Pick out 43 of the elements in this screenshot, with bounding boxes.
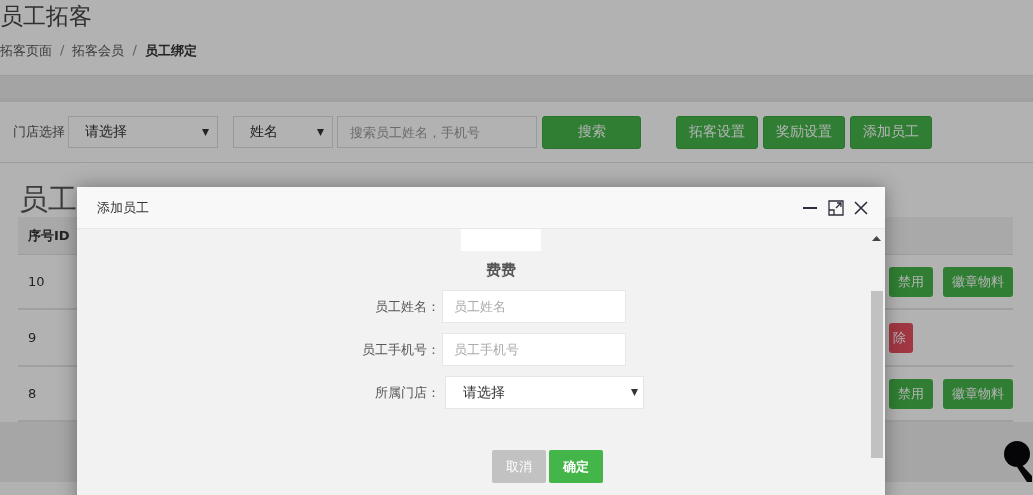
scroll-up-icon[interactable] <box>872 236 881 241</box>
breadcrumb-item: 员工绑定 <box>144 42 197 60</box>
input-field[interactable]: 员工手机号 <box>442 333 626 366</box>
table-cell-text: 8 <box>27 386 37 401</box>
scrollbar[interactable] <box>871 234 883 458</box>
caret-icon <box>317 128 324 136</box>
row-action-button[interactable]: 禁用 <box>889 378 933 409</box>
action-button[interactable]: 拓客设置 <box>676 115 758 149</box>
row-action-button[interactable]: 徽章物料 <box>943 378 1013 409</box>
caret-icon <box>202 128 209 136</box>
search-button[interactable]: 搜索 <box>542 115 641 149</box>
breadcrumb-separator: / <box>60 42 65 59</box>
table-cell-text: 10 <box>27 274 45 289</box>
action-button[interactable]: 添加员工 <box>850 115 932 149</box>
dialog-title: 添加员工 <box>97 198 149 217</box>
row-action-button[interactable]: 徽章物料 <box>943 266 1013 297</box>
field-label: 员工手机号： <box>361 340 440 359</box>
maximize-icon[interactable] <box>828 199 844 216</box>
breadcrumb-separator: / <box>132 42 137 59</box>
field-label: 所属门店： <box>374 383 440 402</box>
breadcrumb-item[interactable]: 拓客页面 <box>0 42 52 60</box>
field-select[interactable]: 姓名 <box>233 116 333 148</box>
page-title: 员工拓客 <box>0 2 93 31</box>
cursor-icon <box>1001 440 1033 482</box>
column-header: 序号ID <box>27 226 70 245</box>
scrollbar-thumb[interactable] <box>871 291 883 458</box>
section-title: 员工 <box>19 182 77 216</box>
confirm-button[interactable]: 确定 <box>549 450 603 483</box>
dialog-heading: 费费 <box>486 261 516 280</box>
breadcrumb-item[interactable]: 拓客会员 <box>72 42 125 60</box>
close-icon[interactable] <box>854 200 868 215</box>
input-field[interactable]: 员工姓名 <box>442 290 626 323</box>
store-select[interactable]: 请选择 <box>445 376 644 409</box>
search-field[interactable]: 搜索员工姓名，手机号 <box>337 116 537 148</box>
store-select[interactable]: 请选择 <box>68 116 218 148</box>
table-cell-text: 9 <box>27 330 37 345</box>
cancel-button[interactable]: 取消 <box>492 450 546 483</box>
action-button[interactable]: 奖励设置 <box>763 115 845 149</box>
field-label: 员工姓名： <box>374 297 440 316</box>
store-label: 门店选择 <box>13 123 65 141</box>
caret-icon <box>631 389 638 396</box>
row-action-button[interactable]: 禁用 <box>889 266 933 297</box>
row-action-button[interactable]: 除 <box>889 322 913 353</box>
